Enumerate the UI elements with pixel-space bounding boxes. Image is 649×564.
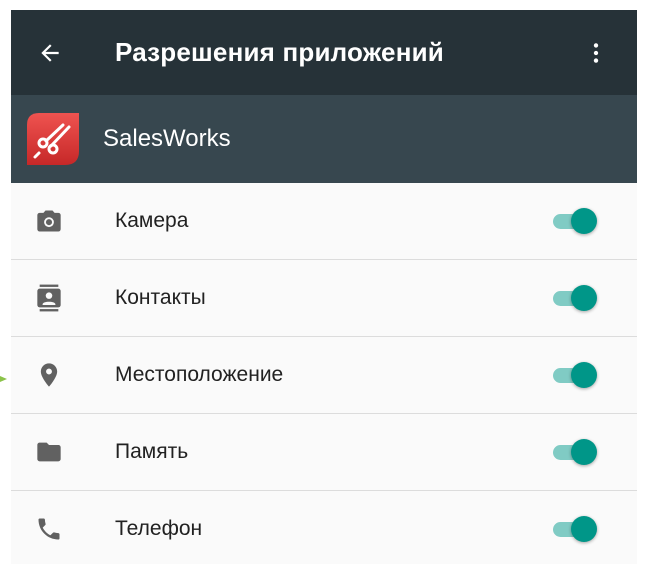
switch-thumb bbox=[571, 362, 597, 388]
permission-label: Память bbox=[115, 440, 189, 463]
switch-thumb bbox=[571, 285, 597, 311]
permission-toggle-camera[interactable] bbox=[549, 205, 601, 237]
salesworks-logo bbox=[27, 113, 79, 165]
page-title: Разрешения приложений bbox=[115, 37, 444, 67]
permission-toggle-location[interactable] bbox=[549, 359, 601, 391]
permission-toggle-phone[interactable] bbox=[549, 513, 601, 545]
switch-thumb bbox=[571, 439, 597, 465]
permission-row-contacts[interactable]: Контакты bbox=[11, 260, 637, 337]
switch-thumb bbox=[571, 208, 597, 234]
location-icon bbox=[35, 361, 63, 389]
permission-row-storage[interactable]: Память bbox=[11, 414, 637, 491]
app-name: SalesWorks bbox=[103, 125, 231, 152]
switch-thumb bbox=[571, 516, 597, 542]
phone-icon bbox=[35, 515, 63, 543]
permission-toggle-storage[interactable] bbox=[549, 436, 601, 468]
permission-label: Телефон bbox=[115, 517, 203, 540]
permission-label: Камера bbox=[115, 209, 189, 232]
contacts-icon bbox=[35, 284, 63, 312]
app-permissions-screen: Разрешения приложений SalesWorks Камера … bbox=[11, 10, 637, 564]
camera-icon bbox=[35, 207, 63, 235]
back-button[interactable] bbox=[33, 36, 67, 70]
app-header: SalesWorks bbox=[11, 95, 637, 183]
permission-label: Контакты bbox=[115, 286, 206, 309]
permission-label: Местоположение bbox=[115, 363, 284, 386]
permission-toggle-contacts[interactable] bbox=[549, 282, 601, 314]
edge-pointer-icon bbox=[0, 376, 7, 382]
permission-row-location[interactable]: Местоположение bbox=[11, 337, 637, 414]
more-vert-icon bbox=[593, 43, 599, 63]
permission-row-camera[interactable]: Камера bbox=[11, 183, 637, 260]
folder-icon bbox=[35, 438, 63, 466]
permissions-list: Камера Контакты Местоположение Память Те… bbox=[11, 183, 637, 564]
arrow-back-icon bbox=[41, 44, 59, 62]
permission-row-phone[interactable]: Телефон bbox=[11, 491, 637, 564]
overflow-menu-button[interactable] bbox=[579, 36, 613, 70]
toolbar: Разрешения приложений bbox=[11, 10, 637, 95]
